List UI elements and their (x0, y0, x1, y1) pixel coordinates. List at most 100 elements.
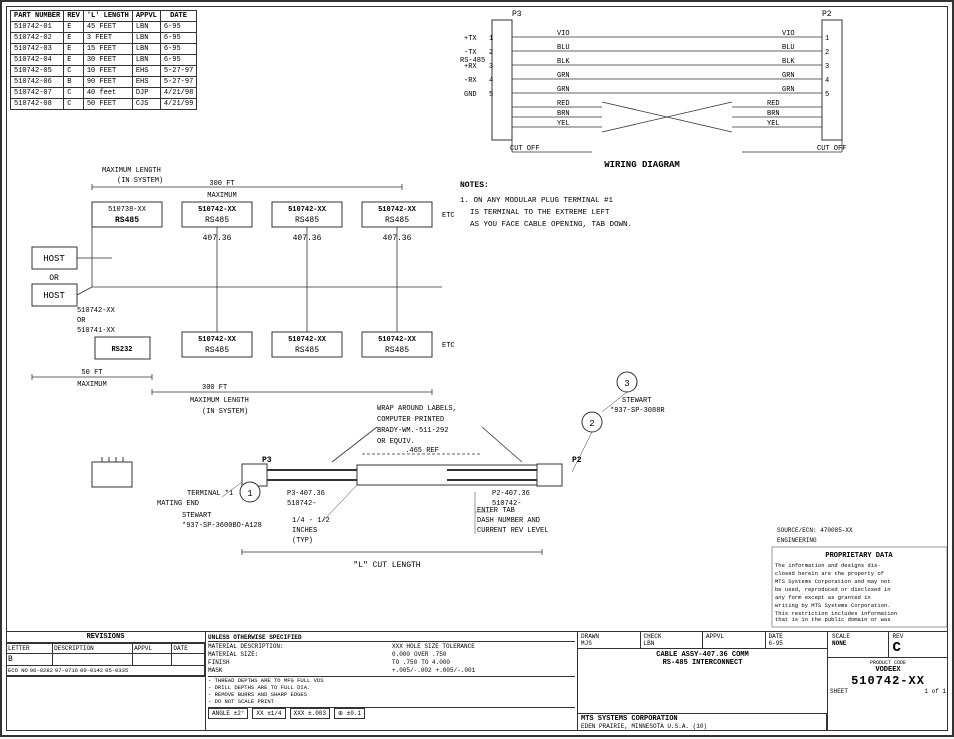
or-label: OR (49, 274, 59, 283)
etc-label-1: ETC (442, 212, 455, 220)
max-length-bottom: MAXIMUM LENGTH (190, 397, 249, 405)
finish-label: FINISH (208, 659, 391, 666)
300ft-label: 300 FT (209, 180, 234, 188)
rev-value: C (893, 640, 945, 656)
tol-values: 0.000 OVER .750 (392, 651, 575, 658)
appvl-col: APPVL (703, 632, 766, 648)
date-col: DATE 6-95 (766, 632, 828, 648)
check-label: CHECK (644, 633, 700, 640)
decimal-3-label: XXX ±.003 (290, 708, 330, 719)
wire-grn-1: GRN (557, 72, 570, 80)
host-1-label: HOST (43, 254, 65, 264)
p2-ref-label: P2-407.36 (492, 490, 530, 498)
wire-vio-2: VIO (782, 30, 795, 38)
drawn-block: DRAWN MJS CHECK LBN APPVL DATE 6-95 (578, 632, 827, 649)
stewart2-pn: *937-SP-3088R (610, 407, 665, 415)
deburr-note: - REMOVE BURRS AND SHARP EDGES (208, 691, 575, 698)
maximum-2-label: MAXIMUM (77, 381, 106, 389)
pin-num-1-right: 1 (825, 35, 829, 43)
company-block: DRAWN MJS CHECK LBN APPVL DATE 6-95 CABL… (578, 632, 828, 731)
wire-grn-2: GRN (782, 72, 795, 80)
computer-label: COMPUTER PRINTED (377, 416, 444, 424)
rs485-b3-label: RS485 (385, 346, 409, 355)
pin-tx-plus: +TX (464, 35, 477, 43)
title-block: REVISIONS LETTER DESCRIPTION APPVL DATE … (6, 631, 948, 731)
revisions-header: REVISIONS (6, 632, 205, 643)
rev-letter-b: B (7, 654, 53, 666)
material-size: MATERIAL SIZE: (208, 651, 391, 658)
part-510738-label: 510738-XX (108, 206, 147, 214)
inches-label: INCHES (292, 527, 317, 535)
proprietary-label: PROPRIETARY DATA (825, 552, 893, 560)
revisions-table: LETTER DESCRIPTION APPVL DATE B ECO NO (6, 643, 205, 676)
mts-label: MTS SYSTEMS CORPORATION (581, 715, 823, 723)
appvl-label: APPVL (706, 633, 762, 640)
drawing-num-block: SCALE NONE REV C PRODUCT CODE VODEEX 510… (828, 632, 948, 731)
drill-note: - DRILL DEPTHS ARE TO FULL DIA. (208, 684, 575, 691)
stewart2-label: STEWART (622, 397, 651, 405)
sheet-block: SHEET 1 of 1 (830, 688, 946, 695)
pin-num-4-right: 4 (825, 77, 829, 85)
l-cut-label: "L" CUT LENGTH (353, 561, 420, 570)
50ft-label: 50 FT (81, 369, 102, 377)
wire-blk-2: BLK (782, 58, 795, 66)
tol-2: OVER .750 (414, 651, 446, 658)
engineering-label: ENGINEERING (777, 537, 817, 544)
notes-title: NOTES: (460, 181, 489, 190)
rs485-3-label: RS485 (295, 216, 319, 225)
rev-date-b (172, 654, 205, 666)
eco-2: 97-0716 (55, 667, 78, 674)
rev-col-date: DATE (172, 644, 205, 654)
angle-decimal: ANGLE ±2° XX ±1/4 XXX ±.003 ⊕ ±0.1 (208, 707, 575, 719)
prop-text-1: The information and designs dis- (775, 562, 881, 569)
revisions-detail (6, 676, 205, 681)
drawn-value: MJS (581, 640, 637, 647)
rs485-2-label: RS485 (205, 216, 229, 225)
quarter-inch-label: 1/4 - 1/2 (292, 517, 330, 525)
sheet-value: 1 of 1 (924, 688, 946, 695)
mating-end-label: MATING END (157, 500, 199, 508)
pin-tx-minus: -TX (464, 49, 477, 57)
or-part-label: 510742-XX (77, 307, 116, 315)
part-510742-b3: 510742-XX (378, 336, 417, 344)
pin-num-3-right: 3 (825, 63, 829, 71)
scale-label: SCALE (832, 633, 884, 640)
300ft-bottom-label: 300 FT (202, 384, 227, 392)
rev-label: REV (893, 633, 945, 640)
pin-num-5-right: 5 (825, 91, 829, 99)
wire-brn-2: BRN (767, 110, 780, 118)
brady-label: BRADY-WM.-511-292 (377, 427, 448, 435)
wire-red-1: RED (557, 100, 570, 108)
tol-6: +.005/-.001 (436, 667, 476, 674)
circle-3-label: 3 (624, 379, 629, 389)
check-col: CHECK LBN (641, 632, 704, 648)
title-text-block: CABLE ASSY-407.36 COMM RS-485 INTERCONNE… (578, 649, 827, 714)
circle-1-label: 1 (247, 489, 252, 499)
eco-1: 96-0282 (30, 667, 53, 674)
in-system-label: (IN SYSTEM) (117, 177, 163, 185)
specs-grid: MATERIAL DESCRIPTION: XXX HOLE SIZE TOLE… (208, 643, 575, 674)
or-part-label2: 510741-XX (77, 327, 116, 335)
rev-col-desc: DESCRIPTION (53, 644, 133, 654)
p3-label: P3 (512, 10, 522, 19)
typ-label: (TYP) (292, 537, 313, 545)
mask-label: MASK (208, 667, 391, 674)
part-510742-1: 510742-XX (198, 206, 237, 214)
unless-spec-label: UNLESS OTHERWISE SPECIFIED (208, 634, 575, 642)
rs485-b2-label: RS485 (295, 346, 319, 355)
wire-yel-1: YEL (557, 120, 570, 128)
revisions-block: REVISIONS LETTER DESCRIPTION APPVL DATE … (6, 632, 206, 731)
wiring-diagram-label: WIRING DIAGRAM (604, 160, 680, 170)
eco-3: 00-0142 (80, 667, 103, 674)
pin-rx-plus: +RX (464, 63, 477, 71)
wire-grn2-2: GRN (782, 86, 795, 94)
p3-ref-label: P3-407.36 (287, 490, 325, 498)
decimal-2-label: XX ±1/4 (252, 708, 285, 719)
wire-brn-1: BRN (557, 110, 570, 118)
circle-2-label: 2 (589, 419, 594, 429)
rev-col-letter: LETTER (7, 644, 53, 654)
drawn-label: DRAWN (581, 633, 637, 640)
vodeex-label: VODEEX (830, 666, 946, 674)
wire-blu-1: BLU (557, 44, 570, 52)
lbs-label: ⊕ ±0.1 (334, 708, 365, 719)
